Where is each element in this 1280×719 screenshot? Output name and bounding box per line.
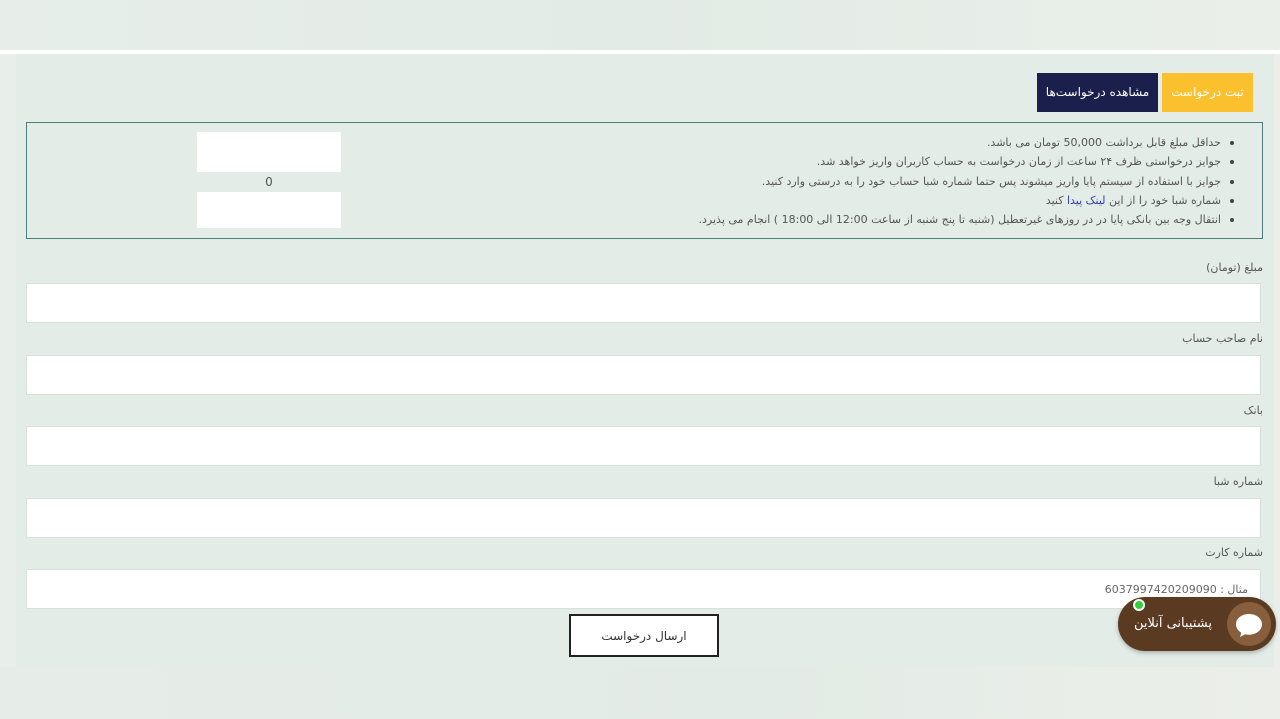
bottom-bar (0, 667, 1280, 719)
account-holder-label: نام صاحب حساب (1182, 332, 1263, 345)
balance-footer (197, 192, 341, 228)
rule-item: جوایز با استفاده از سیستم پایا واریز میش… (699, 172, 1236, 191)
rule-item: انتقال وجه بین بانکی پایا در در روزهای غ… (699, 210, 1236, 229)
amount-label: مبلغ (تومان) (1206, 261, 1263, 274)
rules-list: حداقل مبلغ قابل برداشت 50,000 تومان می ب… (699, 133, 1236, 229)
bank-input[interactable] (26, 426, 1261, 466)
online-status-icon (1133, 599, 1145, 611)
submit-request-button[interactable]: ارسال درخواست (569, 614, 719, 657)
card-number-label: شماره کارت (1205, 546, 1263, 559)
bank-label: بانک (1243, 404, 1263, 417)
top-bar (0, 0, 1280, 50)
tab-view-requests[interactable]: مشاهده درخواست‌ها (1037, 73, 1158, 112)
sheba-lookup-link[interactable]: لینک پیدا (1067, 194, 1106, 207)
sheba-label: شماره شبا (1213, 475, 1263, 488)
withdraw-info-box: حداقل مبلغ قابل برداشت 50,000 تومان می ب… (26, 122, 1263, 239)
rule-item: شماره شبا خود را از این لینک پیدا کنید (699, 191, 1236, 210)
amount-input[interactable] (26, 283, 1261, 323)
card-number-input[interactable] (26, 569, 1261, 609)
account-holder-input[interactable] (26, 355, 1261, 395)
online-support-label: پشتیبانی آنلاین (1133, 616, 1212, 631)
balance-header (197, 132, 341, 172)
online-support-button[interactable]: پشتیبانی آنلاین (1118, 597, 1276, 651)
balance-value: 0 (265, 175, 273, 189)
rule-item: جوایز درخواستی ظرف ۲۴ ساعت از زمان درخوا… (699, 152, 1236, 171)
rule-item: حداقل مبلغ قابل برداشت 50,000 تومان می ب… (699, 133, 1236, 152)
rule-text: شماره شبا خود را از این (1109, 193, 1221, 207)
rule-text: کنید (1045, 193, 1064, 207)
tab-register-request[interactable]: ثبت درخواست (1162, 73, 1253, 112)
sheba-input[interactable] (26, 498, 1261, 538)
balance-box: 0 (197, 132, 341, 228)
chat-bubble-icon (1227, 602, 1271, 646)
